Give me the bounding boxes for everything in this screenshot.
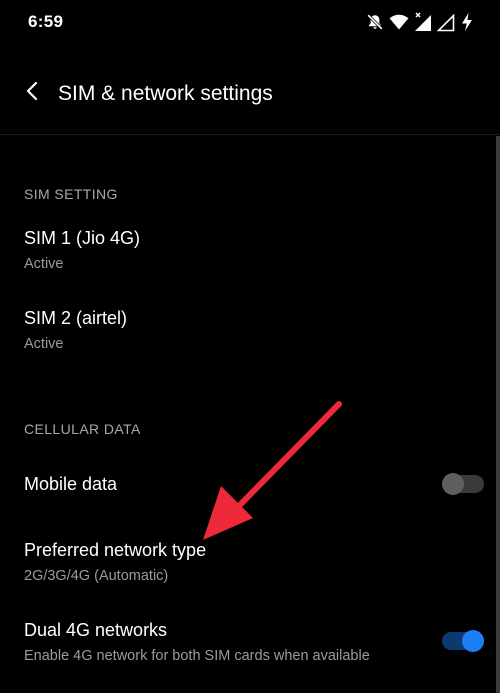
status-icons [366, 11, 474, 33]
back-chevron-icon [25, 80, 39, 107]
scrollbar[interactable] [496, 136, 500, 693]
sim-1-item[interactable]: SIM 1 (Jio 4G) Active [0, 216, 496, 288]
sim-2-title: SIM 2 (airtel) [24, 308, 128, 328]
dual-4g-toggle[interactable] [442, 630, 484, 652]
dual-4g-description: Enable 4G network for both SIM cards whe… [24, 648, 370, 664]
sim-1-title: SIM 1 (Jio 4G) [24, 228, 141, 248]
dual-4g-title: Dual 4G networks [24, 620, 168, 640]
mobile-data-toggle[interactable] [442, 473, 484, 495]
section-header-sim-setting: SIM SETTING [24, 186, 118, 202]
section-header-cellular-data: CELLULAR DATA [24, 421, 141, 437]
preferred-network-type-title: Preferred network type [24, 540, 207, 560]
toggle-knob [442, 473, 464, 495]
battery-charging-icon [460, 12, 474, 32]
mobile-data-title: Mobile data [24, 474, 118, 494]
back-button[interactable] [14, 75, 50, 111]
dual-4g-item[interactable]: Dual 4G networks Enable 4G network for b… [0, 608, 496, 676]
wifi-icon [389, 13, 409, 31]
status-bar: 6:59 [0, 0, 500, 44]
cell-signal-no-data-icon [414, 12, 432, 32]
preferred-network-type-item[interactable]: Preferred network type 2G/3G/4G (Automat… [0, 528, 496, 592]
toggle-knob [462, 630, 484, 652]
page-title: SIM & network settings [58, 82, 273, 105]
preferred-network-type-value: 2G/3G/4G (Automatic) [24, 568, 169, 584]
sim-2-item[interactable]: SIM 2 (airtel) Active [0, 296, 496, 368]
toolbar: SIM & network settings [0, 44, 500, 135]
mute-bell-icon [366, 13, 384, 31]
sim-2-status: Active [24, 336, 64, 352]
status-time: 6:59 [28, 12, 64, 31]
scrollbar-thumb[interactable] [496, 136, 500, 693]
cell-signal-icon [437, 12, 455, 32]
sim-1-status: Active [24, 256, 64, 272]
mobile-data-item[interactable]: Mobile data [0, 456, 496, 512]
